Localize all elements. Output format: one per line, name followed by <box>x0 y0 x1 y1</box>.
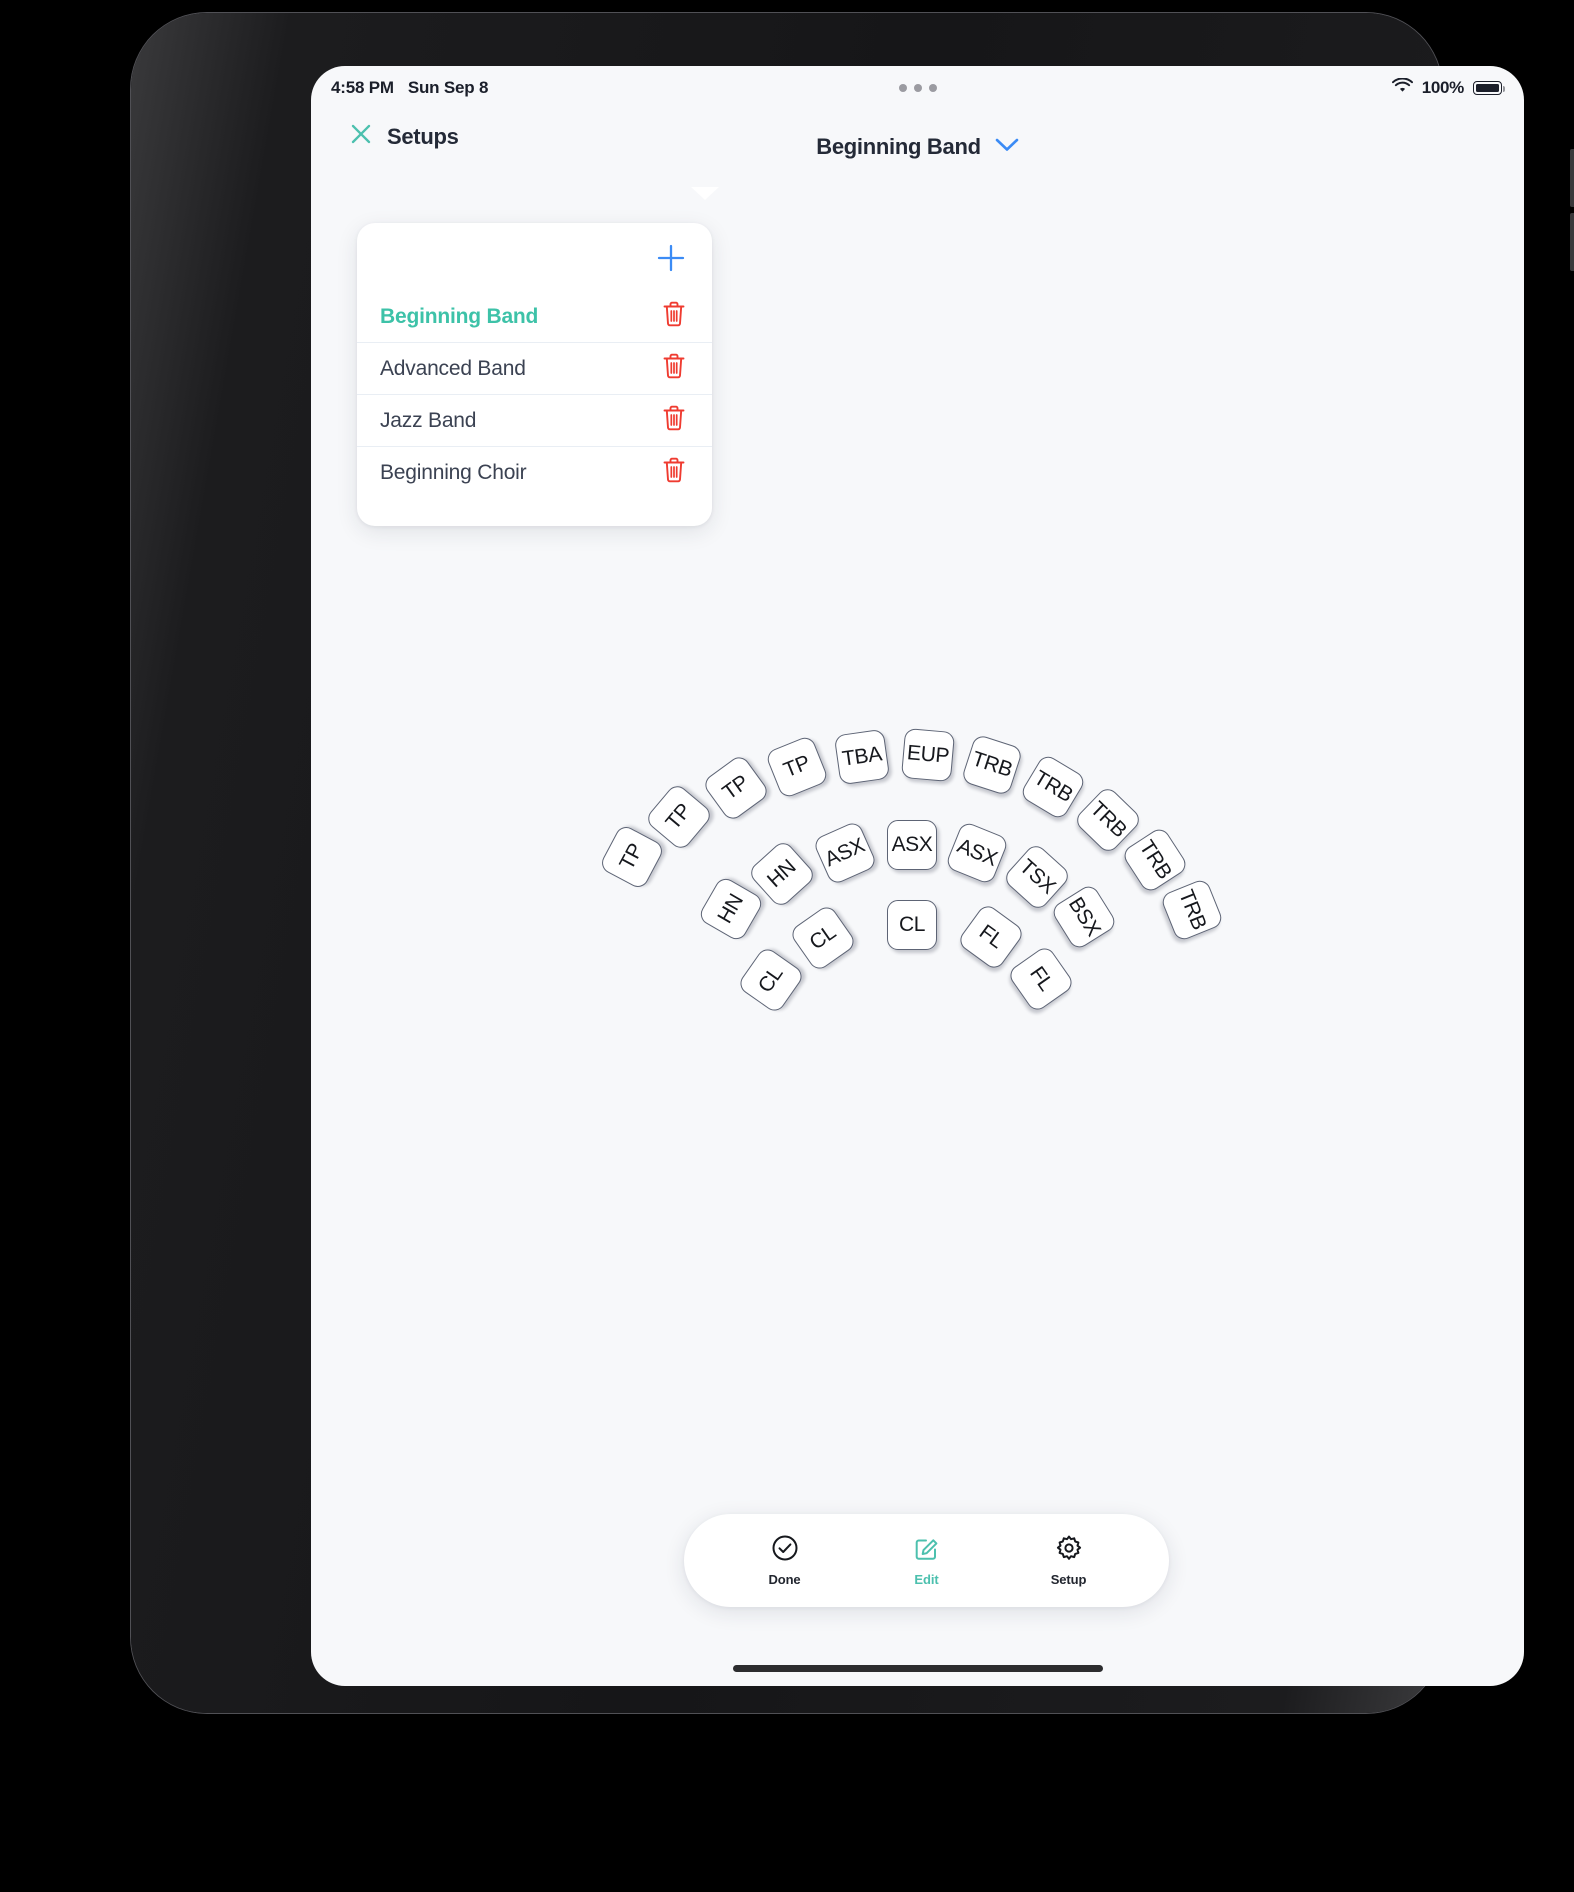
seat-tba[interactable]: TBA <box>833 728 891 786</box>
check-circle-icon <box>771 1534 799 1567</box>
toolbar-item-label: Edit <box>914 1572 939 1587</box>
current-setup-name: Beginning Band <box>816 134 981 159</box>
toolbar-item-done[interactable]: Done <box>742 1534 828 1587</box>
volume-up-button[interactable] <box>1570 149 1574 207</box>
bottom-toolbar: Done Edit Setup <box>684 1514 1169 1607</box>
status-bar-right: 100% <box>1391 77 1506 98</box>
seat-trb[interactable]: TRB <box>1018 752 1088 822</box>
battery-full-icon <box>1473 81 1506 95</box>
seat-asx[interactable]: ASX <box>811 819 879 887</box>
chevron-down-icon[interactable] <box>995 138 1019 157</box>
seat-fl[interactable]: FL <box>956 902 1026 972</box>
seat-eup[interactable]: EUP <box>900 727 956 783</box>
toolbar-item-label: Setup <box>1050 1572 1087 1587</box>
dot <box>928 84 937 92</box>
toolbar-item-edit[interactable]: Edit <box>884 1534 970 1587</box>
seat-trb[interactable]: TRB <box>1159 877 1225 943</box>
seating-chart[interactable]: TP TP TP TP TBA EUP TRB TRB TRB TRB TRB HN HN ASX ASX A… <box>311 170 1524 1570</box>
seat-trb[interactable]: TRB <box>960 733 1024 797</box>
toolbar-item-label: Done <box>768 1572 801 1587</box>
toolbar-item-setup[interactable]: Setup <box>1026 1534 1112 1587</box>
nav-bar: Setups Beginning Band <box>311 110 1524 170</box>
setup-selector-button[interactable]: Beginning Band <box>311 134 1524 160</box>
gear-icon <box>1055 1534 1083 1567</box>
volume-down-button[interactable] <box>1570 213 1574 271</box>
status-bar: 4:58 PM Sun Sep 8 100% <box>311 66 1524 110</box>
seat-cl[interactable]: CL <box>887 900 937 950</box>
pencil-square-icon <box>913 1534 941 1567</box>
seat-cl[interactable]: CL <box>788 903 858 973</box>
battery-percent-label: 100% <box>1421 78 1465 97</box>
seat-asx[interactable]: ASX <box>887 820 937 870</box>
dot <box>898 84 907 92</box>
seat-tp[interactable]: TP <box>764 734 830 800</box>
multitasking-dots-icon[interactable] <box>311 84 1524 92</box>
seat-cl[interactable]: CL <box>736 945 806 1015</box>
seat-hn[interactable]: HN <box>696 874 766 944</box>
wifi-icon <box>1391 77 1413 98</box>
seat-bsx[interactable]: BSX <box>1049 882 1119 952</box>
dot <box>913 84 922 92</box>
seat-asx[interactable]: ASX <box>944 820 1010 886</box>
device-frame: 4:58 PM Sun Sep 8 100% Setups Beginning … <box>131 13 1574 1713</box>
seat-trb[interactable]: TRB <box>1120 825 1190 895</box>
device-screen: 4:58 PM Sun Sep 8 100% Setups Beginning … <box>311 66 1524 1686</box>
home-indicator[interactable] <box>732 1665 1103 1672</box>
seat-fl[interactable]: FL <box>1006 944 1076 1014</box>
seat-tp[interactable]: TP <box>598 823 666 891</box>
seat-tp[interactable]: TP <box>701 753 771 823</box>
